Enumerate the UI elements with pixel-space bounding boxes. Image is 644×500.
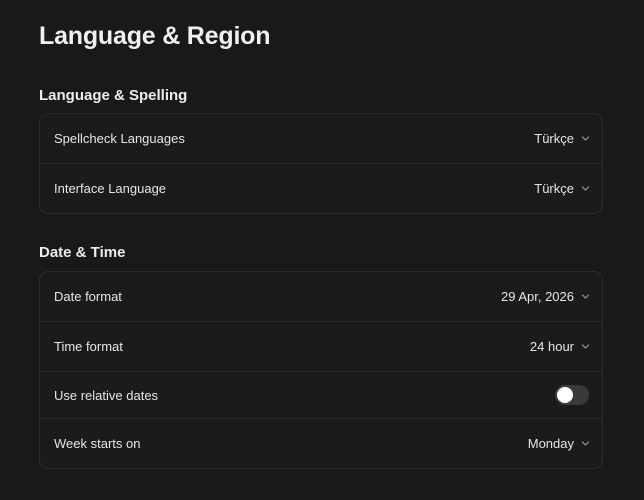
use-relative-dates-row: Use relative dates [40, 372, 602, 419]
date-format-row: Date format 29 Apr, 2026 [40, 272, 602, 322]
time-format-row: Time format 24 hour [40, 322, 602, 372]
date-format-label: Date format [54, 289, 122, 304]
spellcheck-languages-select[interactable]: Türkçe [534, 131, 590, 146]
week-starts-on-label: Week starts on [54, 436, 141, 451]
spellcheck-languages-label: Spellcheck Languages [54, 131, 185, 146]
chevron-down-icon [581, 292, 590, 301]
chevron-down-icon [581, 134, 590, 143]
page-title: Language & Region [39, 22, 271, 50]
week-starts-on-value: Monday [527, 436, 574, 451]
spellcheck-languages-value: Türkçe [534, 131, 574, 146]
section-title-date-time: Date & Time [39, 244, 126, 261]
settings-page: Language & Region Language & Spelling Sp… [0, 0, 644, 500]
spellcheck-languages-row: Spellcheck Languages Türkçe [40, 114, 602, 164]
date-format-value: 29 Apr, 2026 [500, 289, 574, 304]
chevron-down-icon [581, 184, 590, 193]
time-format-select[interactable]: 24 hour [530, 339, 590, 354]
date-format-select[interactable]: 29 Apr, 2026 [501, 289, 590, 304]
section-title-language-spelling: Language & Spelling [39, 87, 188, 104]
language-spelling-card: Spellcheck Languages Türkçe Interface La… [39, 113, 603, 214]
interface-language-select[interactable]: Türkçe [534, 181, 590, 196]
toggle-knob [557, 387, 573, 403]
interface-language-value: Türkçe [534, 181, 574, 196]
date-time-card: Date format 29 Apr, 2026 Time format 24 … [39, 271, 603, 469]
time-format-label: Time format [54, 339, 123, 354]
interface-language-row: Interface Language Türkçe [40, 164, 602, 213]
use-relative-dates-toggle[interactable] [555, 385, 589, 405]
week-starts-on-row: Week starts on Monday [40, 419, 602, 468]
use-relative-dates-label: Use relative dates [54, 387, 159, 403]
week-starts-on-select[interactable]: Monday [528, 436, 590, 451]
chevron-down-icon [581, 439, 590, 448]
chevron-down-icon [581, 342, 590, 351]
time-format-value: 24 hour [529, 339, 574, 354]
interface-language-label: Interface Language [54, 181, 167, 196]
